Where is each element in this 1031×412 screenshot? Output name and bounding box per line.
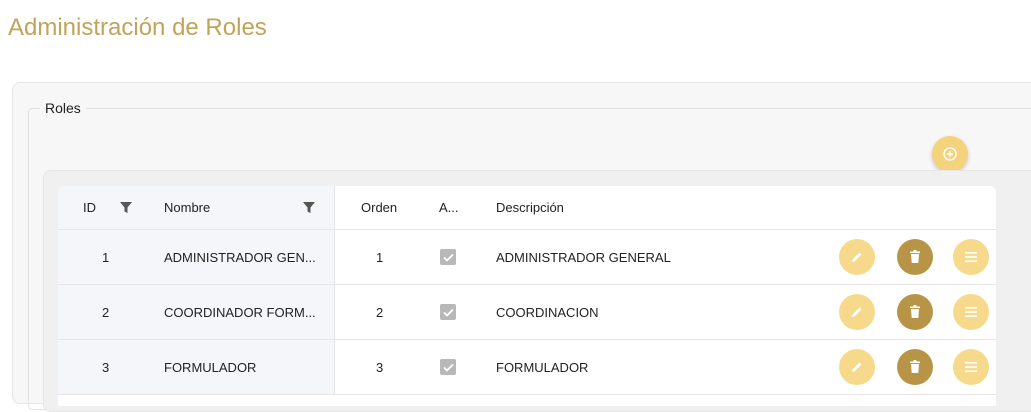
cell-orden: 2 bbox=[376, 304, 384, 320]
trash-icon bbox=[910, 360, 920, 373]
edit-button[interactable] bbox=[839, 294, 875, 330]
trash-icon bbox=[910, 250, 920, 263]
filter-icon[interactable] bbox=[303, 202, 315, 214]
delete-button[interactable] bbox=[897, 239, 933, 275]
pencil-icon bbox=[852, 307, 862, 317]
active-checkbox bbox=[440, 304, 456, 320]
trash-icon bbox=[910, 305, 920, 318]
column-header-nombre[interactable]: Nombre bbox=[164, 186, 210, 229]
detail-button[interactable] bbox=[953, 349, 989, 385]
checkmark-icon bbox=[442, 308, 454, 317]
add-role-button[interactable] bbox=[932, 136, 968, 172]
pencil-icon bbox=[852, 252, 862, 262]
add-circle-icon bbox=[943, 147, 957, 161]
delete-button[interactable] bbox=[897, 349, 933, 385]
roles-legend: Roles bbox=[40, 100, 86, 116]
page-title: Administración de Roles bbox=[8, 14, 267, 41]
column-header-id[interactable]: ID bbox=[83, 186, 96, 229]
filter-icon[interactable] bbox=[120, 202, 132, 214]
cell-orden: 1 bbox=[376, 249, 384, 265]
column-header-orden[interactable]: Orden bbox=[361, 186, 397, 229]
pencil-icon bbox=[852, 362, 862, 372]
edit-button[interactable] bbox=[839, 239, 875, 275]
menu-lines-icon bbox=[965, 307, 977, 317]
delete-button[interactable] bbox=[897, 294, 933, 330]
menu-lines-icon bbox=[965, 252, 977, 262]
detail-button[interactable] bbox=[953, 294, 989, 330]
table-row[interactable]: 2 COORDINADOR FORM... 2 COORDINACION bbox=[58, 285, 996, 340]
cell-descripcion: COORDINACION bbox=[496, 304, 599, 320]
detail-button[interactable] bbox=[953, 239, 989, 275]
cell-nombre: ADMINISTRADOR GEN... bbox=[164, 249, 316, 265]
menu-lines-icon bbox=[965, 362, 977, 372]
column-header-descripcion[interactable]: Descripción bbox=[496, 186, 564, 229]
checkmark-icon bbox=[442, 253, 454, 262]
edit-button[interactable] bbox=[839, 349, 875, 385]
column-header-activo[interactable]: A... bbox=[439, 186, 459, 229]
cell-id: 1 bbox=[102, 249, 110, 265]
cell-id: 2 bbox=[102, 304, 110, 320]
roles-grid: ID Nombre Orden A... Descripción 1 ADMIN… bbox=[58, 186, 996, 406]
active-checkbox bbox=[440, 249, 456, 265]
cell-nombre: COORDINADOR FORM... bbox=[164, 304, 316, 320]
table-row[interactable]: 3 FORMULADOR 3 FORMULADOR bbox=[58, 340, 996, 395]
cell-descripcion: ADMINISTRADOR GENERAL bbox=[496, 249, 671, 265]
checkmark-icon bbox=[442, 363, 454, 372]
table-row[interactable]: 1 ADMINISTRADOR GEN... 1 ADMINISTRADOR G… bbox=[58, 230, 996, 285]
grid-header: ID Nombre Orden A... Descripción bbox=[58, 186, 996, 230]
active-checkbox bbox=[440, 359, 456, 375]
